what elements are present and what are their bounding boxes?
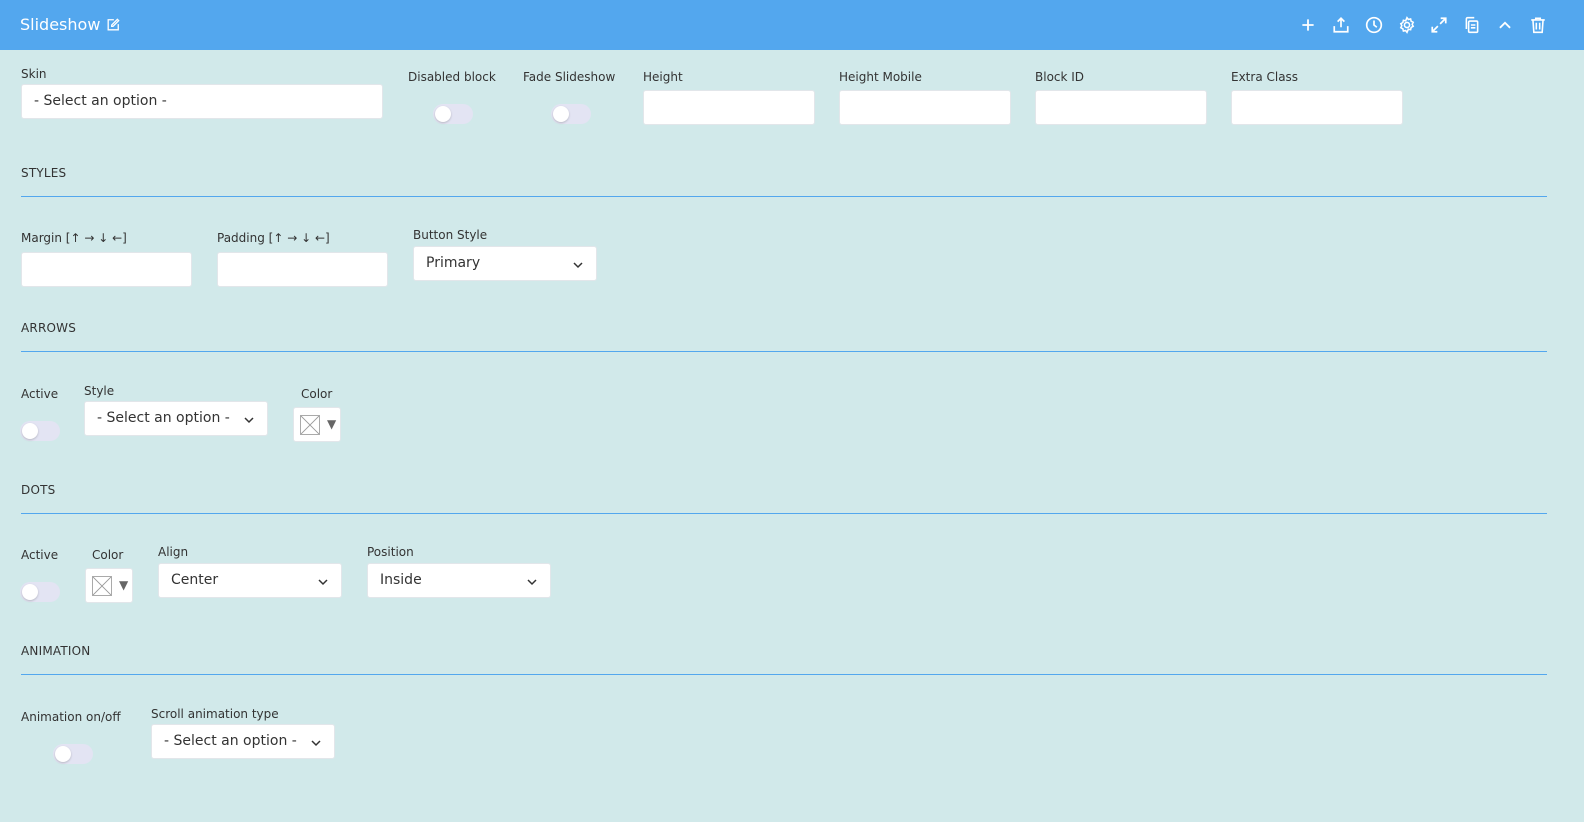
chevron-down-icon [311,740,321,747]
dots-active-toggle[interactable] [20,582,60,602]
skin-select-value: - Select an option - [34,93,167,109]
add-icon [1302,19,1314,31]
arrows-active-label: Active [21,387,59,401]
dots-color-picker[interactable]: ▼ [85,568,133,603]
animation-toggle-label: Animation on/off [21,710,121,724]
arrows-color-picker[interactable]: ▼ [293,407,341,442]
disabled-block-label: Disabled block [408,70,496,84]
dots-active-label: Active [21,548,59,562]
block-title: Slideshow [20,15,101,34]
dots-position-value: Inside [380,572,422,588]
dots-section-title: DOTS [21,483,56,497]
arrows-divider [21,351,1547,352]
dots-align-value: Center [171,572,219,588]
fullscreen-button[interactable] [1428,14,1450,36]
chevron-down-icon [573,262,583,269]
padding-label: Padding [↑ → ↓ ←] [217,231,330,245]
collapse-icon [1499,21,1511,29]
disabled-block-toggle[interactable] [433,104,473,124]
delete-button[interactable] [1527,14,1549,36]
history-icon [1365,16,1383,34]
upload-icon [1333,17,1349,33]
expand-icon [1431,17,1447,33]
animation-section-title: ANIMATION [21,644,91,658]
dots-align-select[interactable]: Center [158,563,342,598]
dots-position-select[interactable]: Inside [367,563,551,598]
fade-slideshow-toggle[interactable] [551,104,591,124]
arrows-section-title: ARROWS [21,321,77,335]
button-style-value: Primary [426,255,481,271]
scroll-animation-type-label: Scroll animation type [151,707,279,721]
copy-icon [1465,16,1479,34]
dropdown-triangle-icon: ▼ [119,578,129,592]
extra-class-input[interactable] [1231,90,1403,125]
button-style-select[interactable]: Primary [413,246,597,281]
arrows-style-value: - Select an option - [97,410,230,426]
dropdown-triangle-icon: ▼ [327,417,337,431]
settings-icon [1399,16,1415,34]
add-button[interactable] [1297,14,1319,36]
arrows-style-label: Style [84,384,115,398]
export-button[interactable] [1330,14,1352,36]
arrows-style-select[interactable]: - Select an option - [84,401,268,436]
height-label: Height [643,70,683,84]
block-header: Slideshow [0,0,1584,50]
dots-position-label: Position [367,545,414,559]
skin-label: Skin [21,67,47,81]
block-id-input[interactable] [1035,90,1207,125]
padding-input[interactable] [217,252,388,287]
block-id-label: Block ID [1035,70,1085,84]
settings-button[interactable] [1396,14,1418,36]
margin-input[interactable] [21,252,192,287]
edit-icon[interactable] [106,18,120,32]
animation-divider [21,674,1547,675]
chevron-down-icon [318,579,328,586]
chevron-down-icon [244,417,254,424]
fade-slideshow-label: Fade Slideshow [523,70,616,84]
empty-color-swatch-icon [300,415,320,435]
scroll-animation-type-select[interactable]: - Select an option - [151,724,335,759]
trash-icon [1531,17,1545,34]
styles-divider [21,196,1547,197]
empty-color-swatch-icon [92,576,112,596]
collapse-button[interactable] [1494,14,1516,36]
styles-section-title: STYLES [21,166,67,180]
extra-class-label: Extra Class [1231,70,1299,84]
skin-select[interactable]: - Select an option - [21,84,383,119]
height-mobile-input[interactable] [839,90,1011,125]
scroll-animation-type-value: - Select an option - [164,733,297,749]
chevron-down-icon [527,579,537,586]
height-mobile-label: Height Mobile [839,70,922,84]
button-style-label: Button Style [413,228,488,242]
slideshow-block-panel: Slideshow Skin - Select an option - Disa… [0,0,1584,822]
arrows-color-label: Color [301,387,333,401]
dots-color-label: Color [92,548,124,562]
dots-align-label: Align [158,545,189,559]
arrows-active-toggle[interactable] [20,421,60,441]
history-button[interactable] [1363,14,1385,36]
animation-toggle[interactable] [53,744,93,764]
duplicate-button[interactable] [1461,14,1483,36]
dots-divider [21,513,1547,514]
height-input[interactable] [643,90,815,125]
margin-label: Margin [↑ → ↓ ←] [21,231,127,245]
